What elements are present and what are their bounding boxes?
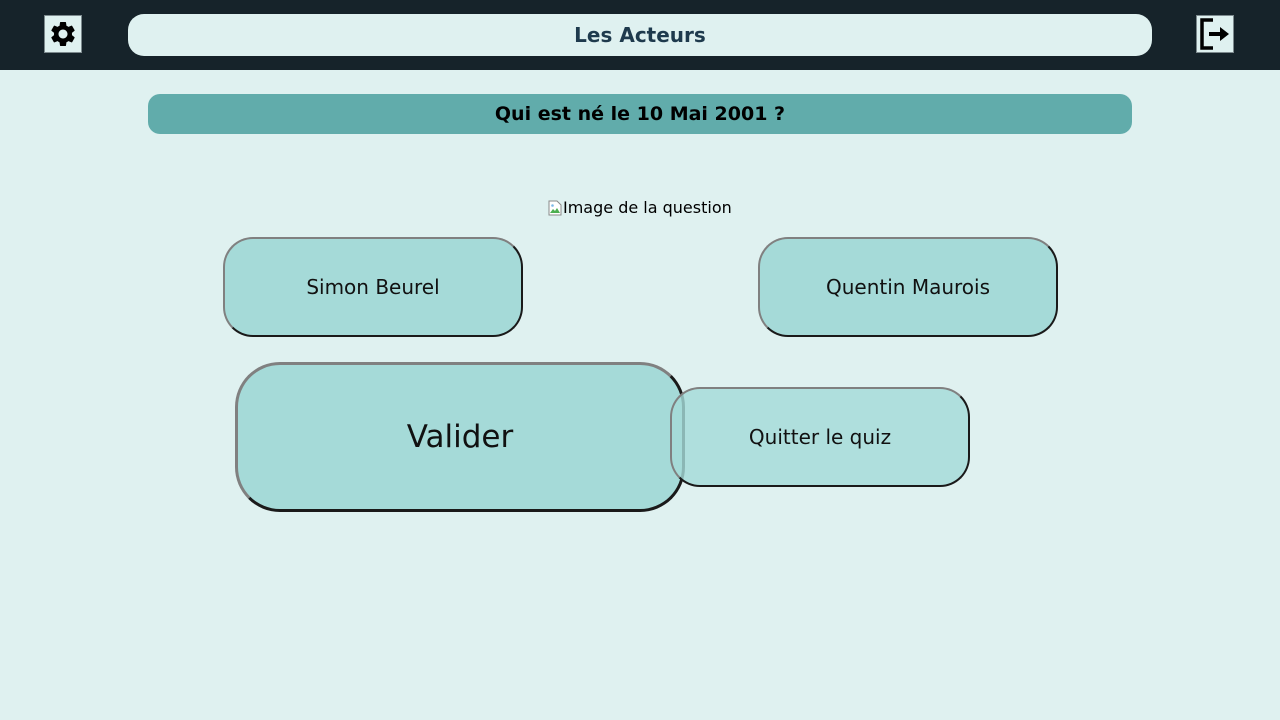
- question-image-alt: Image de la question: [563, 198, 732, 217]
- answer-label: Quentin Maurois: [825, 275, 990, 299]
- question-text: Qui est né le 10 Mai 2001 ?: [148, 94, 1132, 134]
- quiz-title: Les Acteurs: [128, 14, 1152, 56]
- top-bar: Les Acteurs: [0, 0, 1280, 70]
- answer-label: Simon Beurel: [306, 275, 440, 299]
- validate-label: Valider: [406, 419, 514, 455]
- logout-button[interactable]: [1196, 15, 1234, 53]
- validate-button[interactable]: Valider: [235, 362, 685, 512]
- gear-icon: [51, 21, 75, 46]
- logout-icon: [1200, 18, 1229, 50]
- question-image: Image de la question: [548, 198, 732, 217]
- answer-button-1[interactable]: Simon Beurel: [223, 237, 523, 337]
- broken-image-icon: [548, 200, 562, 216]
- settings-button[interactable]: [44, 15, 82, 53]
- answer-button-2[interactable]: Quentin Maurois: [758, 237, 1058, 337]
- quit-label: Quitter le quiz: [748, 425, 892, 449]
- quit-quiz-button[interactable]: Quitter le quiz: [670, 387, 970, 487]
